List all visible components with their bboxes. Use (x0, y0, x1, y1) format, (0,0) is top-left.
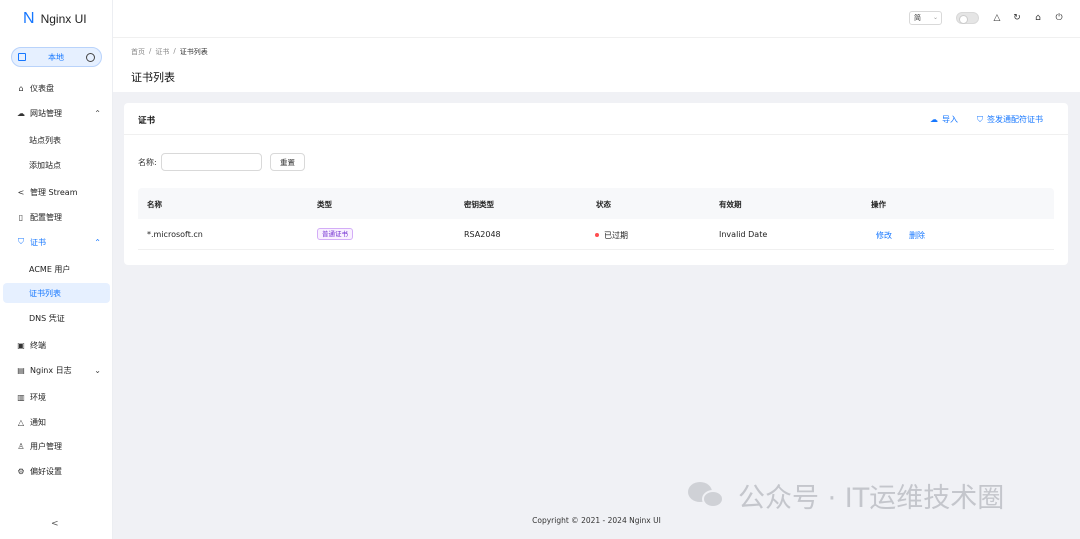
column-header-name[interactable]: 名称 (147, 199, 162, 210)
sidebar-item-environment[interactable]: ▥ 环境 (0, 387, 113, 407)
chevron-up-icon: ⌃ (94, 108, 101, 118)
sidebar-item-certificates[interactable]: ⛉ 证书 ⌃ (0, 232, 113, 252)
share-icon: < (17, 187, 25, 197)
name-filter-input[interactable] (161, 153, 262, 171)
divider (124, 134, 1068, 135)
wechat-icon (688, 480, 726, 510)
environment-switcher[interactable]: 本地 (11, 47, 102, 67)
page-title: 证书列表 (131, 71, 175, 84)
shield-icon: ⛉ (18, 237, 24, 246)
cert-key-type: RSA2048 (464, 230, 501, 239)
sidebar-item-sites[interactable]: ☁ 网站管理 ⌃ (0, 103, 113, 123)
app-logo[interactable]: N Nginx UI (23, 10, 87, 28)
file-icon: ▯ (18, 212, 24, 222)
sidebar-item-notifications[interactable]: △ 通知 (0, 412, 113, 432)
sidebar-item-acme-users[interactable]: ACME 用户 (0, 259, 113, 279)
chevron-down-icon: ⌄ (932, 14, 938, 21)
cert-type-tag: 普通证书 (317, 228, 353, 240)
user-icon: ♙ (17, 441, 25, 451)
cert-name: *.microsoft.cn (147, 230, 203, 239)
cloud-upload-icon: ☁ (930, 115, 938, 124)
top-bar: 简 ⌄ △ ↻ ⌂ ⏻ (113, 0, 1080, 37)
clock-icon (86, 52, 95, 62)
breadcrumb-current: 证书列表 (179, 48, 208, 56)
language-select[interactable]: 简 ⌄ (909, 11, 942, 25)
file-text-icon: ▤ (17, 365, 25, 375)
sidebar-item-site-list[interactable]: 站点列表 (0, 130, 113, 150)
logout-icon[interactable]: ⏻ (1053, 12, 1065, 24)
chevron-down-icon: ⌄ (94, 365, 101, 375)
sidebar-item-add-site[interactable]: 添加站点 (0, 155, 113, 175)
shield-check-icon: ⛉ (977, 114, 983, 124)
card-title: 证书 (138, 116, 156, 126)
environment-label: 本地 (48, 52, 64, 62)
issue-wildcard-cert-button[interactable]: ⛉ 签发通配符证书 (977, 114, 1043, 125)
page-header: 首页 / 证书 / 证书列表 证书列表 (113, 37, 1080, 92)
table-header: 名称 类型 密钥类型 状态 有效期 操作 (138, 188, 1054, 219)
sidebar: N Nginx UI 本地 ⌂ 仪表盘 ☁ 网站管理 ⌃ 站点列表 添加站点 <… (0, 0, 113, 539)
home-icon: ⌂ (18, 83, 24, 93)
logo-mark: N (23, 10, 35, 27)
breadcrumb-home[interactable]: 首页 (131, 47, 145, 57)
sidebar-item-preferences[interactable]: ⚙ 偏好设置 (0, 461, 113, 481)
reset-button[interactable]: 重置 (270, 153, 305, 171)
settings-icon: ⚙ (17, 466, 25, 476)
certificates-card: 证书 ☁ 导入 ⛉ 签发通配符证书 名称: 重置 名称 类型 密钥类型 状态 有… (124, 103, 1068, 265)
database-icon: ▥ (17, 392, 25, 402)
watermark: 公众号 · IT运维技术圈 (688, 478, 1005, 514)
breadcrumb: 首页 / 证书 / 证书列表 (131, 47, 208, 57)
name-filter-label: 名称: (138, 158, 157, 167)
sidebar-item-users[interactable]: ♙ 用户管理 (0, 436, 113, 456)
column-header-status[interactable]: 状态 (596, 199, 611, 210)
bell-icon: △ (17, 417, 25, 427)
cert-status: 已过期 (604, 231, 628, 240)
sidebar-item-stream[interactable]: < 管理 Stream (0, 182, 113, 202)
column-header-key-type[interactable]: 密钥类型 (464, 199, 494, 210)
bell-icon[interactable]: △ (991, 12, 1003, 24)
home-icon[interactable]: ⌂ (1032, 12, 1044, 24)
server-icon (18, 53, 26, 61)
sidebar-item-nginx-logs[interactable]: ▤ Nginx 日志 ⌄ (0, 360, 113, 380)
cloud-icon: ☁ (17, 108, 25, 118)
status-dot (595, 233, 599, 237)
sidebar-item-dns-credentials[interactable]: DNS 凭证 (0, 308, 113, 328)
breadcrumb-certificates[interactable]: 证书 (155, 47, 169, 57)
column-header-actions: 操作 (871, 200, 886, 209)
theme-toggle[interactable] (956, 12, 979, 24)
watermark-text: 公众号 · IT运维技术圈 (738, 482, 1005, 514)
sidebar-item-config[interactable]: ▯ 配置管理 (0, 207, 113, 227)
collapse-sidebar-button[interactable]: < (51, 519, 59, 529)
reload-icon[interactable]: ↻ (1011, 12, 1023, 24)
chevron-up-icon: ⌃ (94, 237, 101, 247)
sidebar-item-terminal[interactable]: ▣ 终端 (0, 335, 113, 355)
app-title: Nginx UI (40, 12, 87, 26)
terminal-icon: ▣ (17, 340, 25, 350)
sidebar-item-cert-list[interactable]: 证书列表 (3, 283, 110, 303)
cert-validity: Invalid Date (719, 230, 768, 239)
edit-link[interactable]: 修改 (876, 230, 892, 241)
column-header-validity[interactable]: 有效期 (719, 199, 742, 210)
sidebar-item-dashboard[interactable]: ⌂ 仪表盘 (0, 78, 113, 98)
footer-copyright: Copyright © 2021 - 2024 Nginx UI (532, 516, 661, 525)
import-button[interactable]: ☁ 导入 (930, 114, 958, 125)
table-row: *.microsoft.cn 普通证书 RSA2048 已过期 Invalid … (138, 219, 1054, 250)
delete-link[interactable]: 删除 (909, 230, 925, 241)
column-header-type[interactable]: 类型 (317, 199, 332, 210)
